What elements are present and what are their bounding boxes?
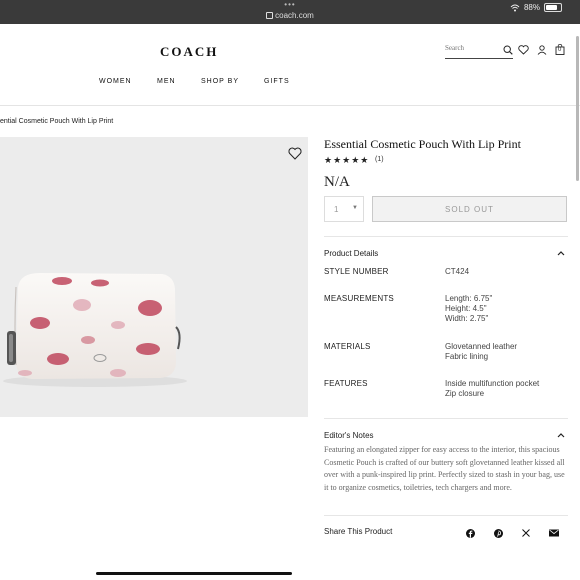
detail-value-line: Zip closure [445,389,485,398]
add-to-wishlist-heart-icon[interactable] [288,147,302,160]
product-price: N/A [324,174,350,190]
page-scrollbar[interactable] [576,36,579,181]
quantity-value: 1 [334,205,339,214]
product-title: Essential Cosmetic Pouch With Lip Print [324,137,521,151]
detail-label-style-number: STYLE NUMBER [324,267,389,276]
editors-notes-text: Featuring an elongated zipper for easy a… [324,445,565,492]
chevron-down-icon: ▼ [352,205,358,211]
breadcrumb[interactable]: ential Cosmetic Pouch With Lip Print [0,118,113,125]
x-twitter-icon[interactable] [522,529,530,537]
chevron-up-icon[interactable] [557,250,565,256]
detail-value-materials: Glovetanned leather Fabric lining [445,342,517,362]
nav-item-men[interactable]: MEN [157,78,176,85]
nav-item-women[interactable]: WOMEN [99,78,132,85]
address-url: coach.com [275,11,314,20]
nav-item-shop-by[interactable]: SHOP BY [201,78,239,85]
section-divider [324,418,568,419]
quantity-select[interactable]: 1 ▼ [324,196,364,222]
pinterest-icon[interactable] [494,529,503,538]
detail-value-line: Height: 4.5" [445,304,487,313]
shopping-bag-button[interactable]: 0 [555,44,565,55]
nav-item-gifts[interactable]: GIFTS [264,78,290,85]
detail-value-line: Fabric lining [445,352,489,361]
cart-count: 0 [558,47,562,53]
detail-value-line: Length: 6.75" [445,294,493,303]
search-input[interactable] [445,44,499,52]
detail-value-line: Glovetanned leather [445,342,518,351]
battery-icon [544,3,562,12]
facebook-icon[interactable] [466,529,475,538]
detail-value-style-number: CT424 [445,267,469,277]
search-box[interactable] [445,44,513,59]
chevron-up-icon[interactable] [557,432,565,438]
home-indicator [96,572,292,575]
header-divider [0,105,580,106]
wifi-icon [510,4,520,11]
product-details-title[interactable]: Product Details [324,249,378,258]
address-bar[interactable]: coach.com [0,11,580,20]
browser-tab-dots[interactable]: ••• [0,1,580,9]
status-bar: 88% [510,3,562,12]
detail-label-measurements: MEASUREMENTS [324,294,394,303]
detail-value-line: Width: 2.75" [445,314,489,323]
detail-value-features: Inside multifunction pocket Zip closure [445,379,539,399]
product-image[interactable] [0,137,308,417]
section-divider [324,236,568,237]
detail-value-line: Inside multifunction pocket [445,379,540,388]
star-rating[interactable]: ★★★★★ [324,155,369,166]
section-divider [324,515,568,516]
detail-label-materials: MATERIALS [324,342,371,351]
email-icon[interactable] [549,529,559,537]
review-count[interactable]: (1) [375,156,384,163]
account-icon[interactable] [537,45,547,55]
detail-value-line: CT424 [445,267,470,276]
coach-logo[interactable]: COACH [160,44,218,60]
sold-out-button[interactable]: SOLD OUT [372,196,567,222]
editors-notes-title[interactable]: Editor's Notes [324,431,374,440]
battery-fill [546,5,557,10]
detail-label-features: FEATURES [324,379,368,388]
wishlist-heart-icon[interactable] [518,45,529,55]
lock-icon [266,12,274,20]
detail-value-measurements: Length: 6.75" Height: 4.5" Width: 2.75" [445,294,492,324]
share-label: Share This Product [324,527,393,536]
battery-percent: 88% [523,3,540,12]
search-icon[interactable] [503,45,513,55]
cosmetic-pouch-image [3,273,187,387]
